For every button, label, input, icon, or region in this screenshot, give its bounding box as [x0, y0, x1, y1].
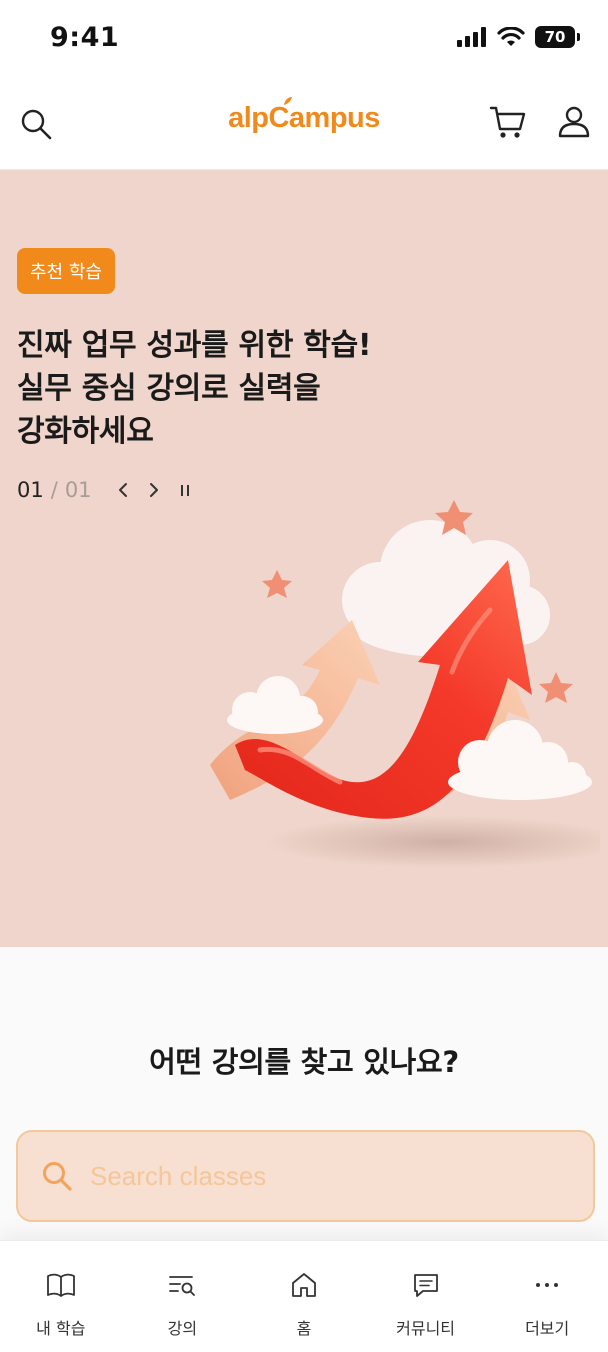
nav-item-home[interactable]: 홈 [243, 1241, 365, 1352]
wifi-icon [497, 27, 525, 46]
nav-label: 더보기 [525, 1319, 570, 1338]
signal-icon [457, 27, 486, 47]
leaf-icon [284, 97, 293, 105]
nav-label: 강의 [167, 1319, 198, 1338]
logo-text: alpCampus [228, 102, 380, 134]
pager-total: 01 [64, 478, 92, 502]
more-icon [536, 1283, 559, 1287]
battery-level: 70 [535, 26, 575, 48]
search-heading: 어떤 강의를 찾고 있나요? [149, 1045, 459, 1079]
nav-item-my-learning[interactable]: 내 학습 [0, 1241, 122, 1352]
user-icon[interactable] [556, 104, 592, 140]
nav-label: 내 학습 [36, 1319, 86, 1338]
search-section: 어떤 강의를 찾고 있나요? [0, 947, 608, 1242]
chevron-right-icon [149, 483, 158, 497]
app-header: alpCampus [0, 80, 608, 170]
home-icon [292, 1273, 316, 1297]
status-icons: 70 [457, 26, 580, 48]
nav-item-community[interactable]: 커뮤니티 [365, 1241, 487, 1352]
chat-icon [413, 1274, 438, 1297]
nav-item-courses[interactable]: 강의 [122, 1241, 244, 1352]
pager-next-button[interactable] [143, 479, 165, 501]
search-input[interactable] [90, 1146, 593, 1206]
pager-pause-button[interactable] [174, 479, 196, 501]
hero-banner[interactable]: 추천 학습 진짜 업무 성과를 위한 학습! 실무 중심 강의로 실력을 강화하… [0, 170, 608, 947]
nav-label: 홈 [296, 1319, 312, 1338]
bottom-nav: 내 학습 강의 홈 커뮤니티 더보기 [0, 1240, 608, 1352]
hero-badge: 추천 학습 [17, 248, 115, 294]
nav-label: 커뮤니티 [396, 1319, 456, 1338]
cart-icon[interactable] [488, 102, 528, 142]
status-time: 9:41 [50, 22, 120, 53]
book-icon [46, 1273, 75, 1297]
rising-arrows-illustration [210, 500, 600, 868]
chevron-left-icon [118, 483, 127, 497]
hero-pager: 01 / 01 [17, 478, 196, 502]
status-bar: 9:41 70 [0, 0, 608, 80]
course-list-icon [169, 1276, 196, 1296]
pause-icon [180, 485, 189, 496]
search-box[interactable] [16, 1130, 595, 1222]
search-icon [43, 1162, 72, 1191]
battery-icon: 70 [535, 26, 580, 48]
pager-current: 01 [17, 478, 44, 502]
hero-title: 진짜 업무 성과를 위한 학습! 실무 중심 강의로 실력을 강화하세요 [17, 328, 372, 449]
pager-separator: / [50, 478, 58, 502]
app-screen: 9:41 70 alpCampus 추천 학습 진짜 업무 성과를 위한 학습!… [0, 0, 608, 1352]
nav-item-more[interactable]: 더보기 [486, 1241, 608, 1352]
pager-prev-button[interactable] [112, 479, 134, 501]
